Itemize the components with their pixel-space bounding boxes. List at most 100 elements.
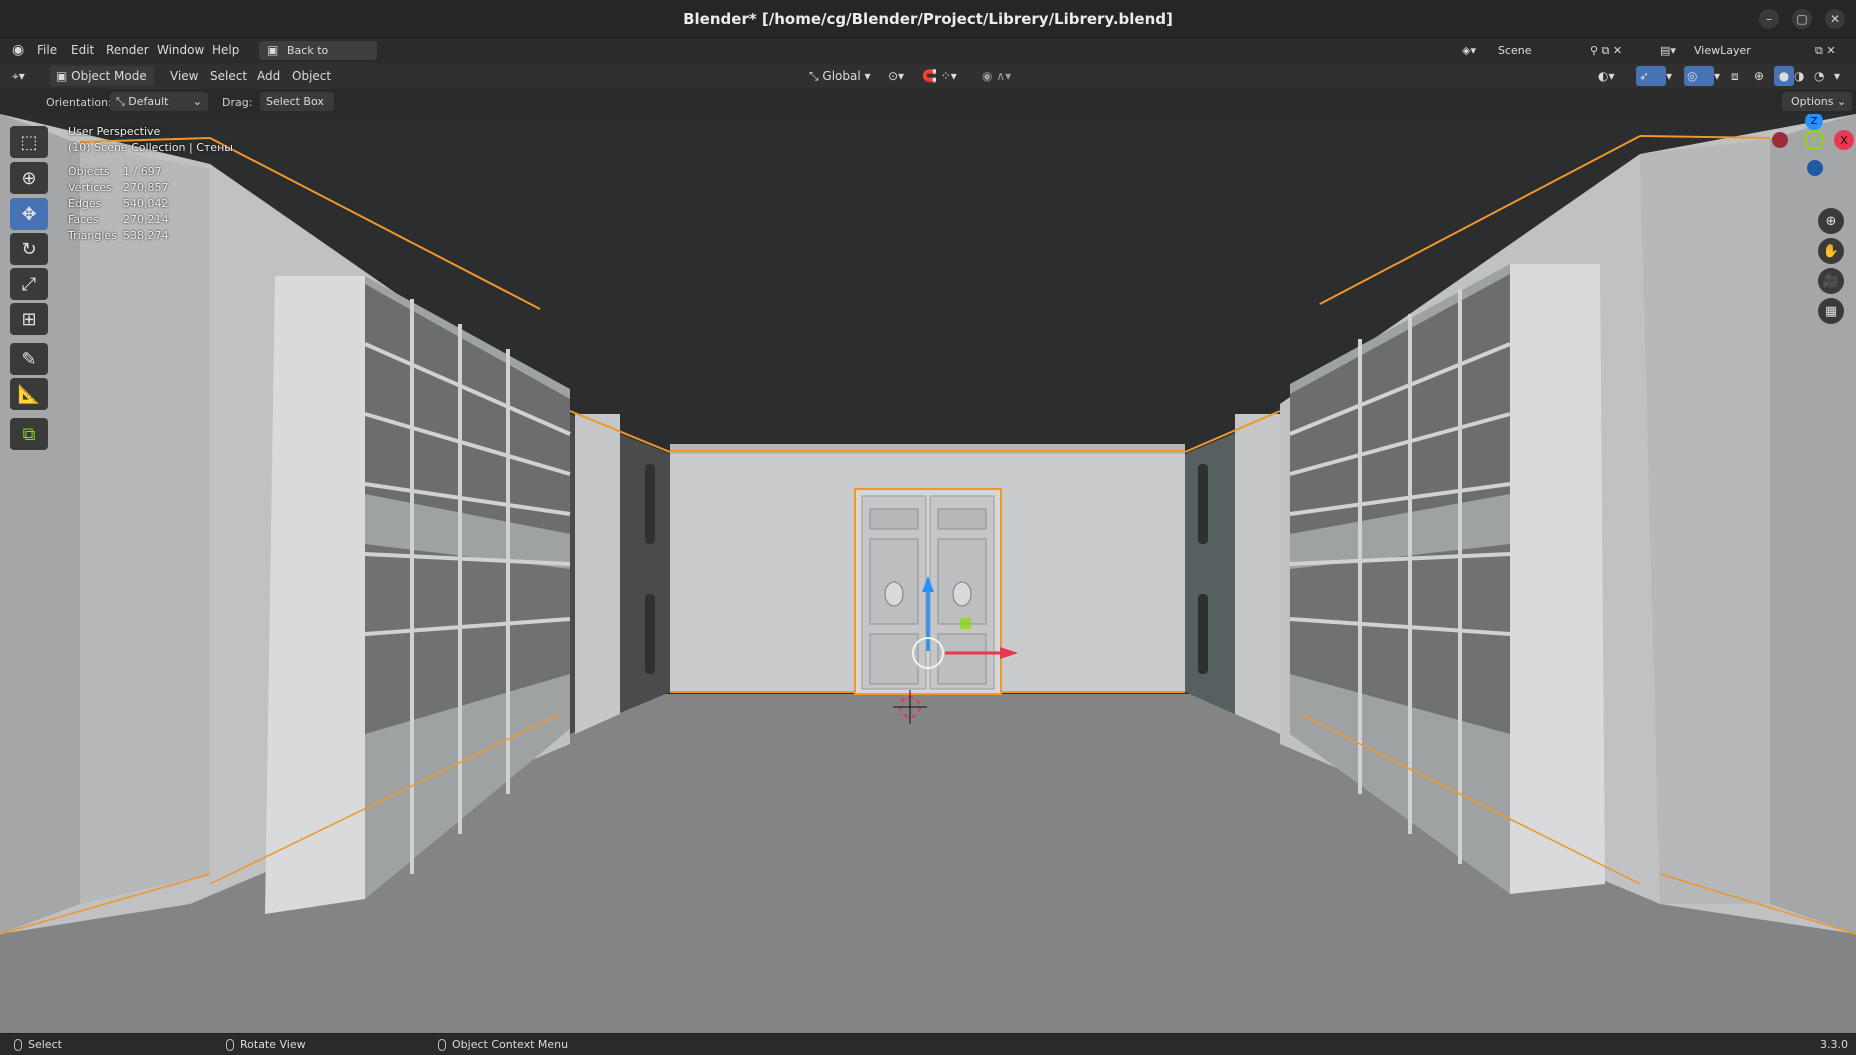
orientation-dropdown[interactable]: ⤡ Default ⌄ (110, 92, 208, 111)
transform-orientation-dropdown[interactable]: ⤡ Global ▾ (805, 66, 883, 86)
wireframe-shading-icon[interactable]: ⊕ (1754, 66, 1774, 86)
menu-bar: ◉ File Edit Render Window Help ▣ Back to… (0, 38, 1856, 76)
screen-icon: ▣ (267, 43, 279, 57)
scene-actions-icons[interactable]: ⚲ ⧉ ✕ (1590, 41, 1650, 60)
viewlayer-field[interactable]: ViewLayer (1690, 41, 1815, 60)
chevron-down-icon: ⌄ (192, 95, 202, 108)
left-bookcase (265, 276, 365, 914)
shading-options-icon[interactable]: ▾ (1834, 66, 1852, 86)
menu-select[interactable]: Select (210, 69, 247, 83)
scene-field[interactable]: Scene (1494, 41, 1594, 60)
overlay-dropdown-icon[interactable]: ▾ (1714, 66, 1728, 86)
stat-label: Faces (68, 213, 99, 226)
scene-browse-icon[interactable]: ◈▾ (1462, 41, 1492, 60)
close-icon[interactable]: ✕ (1825, 9, 1845, 29)
back-to-previous-button[interactable]: ▣ Back to Previous (259, 41, 377, 76)
gizmo-toggle-icon[interactable]: ➶ (1636, 66, 1666, 86)
solid-shading-icon[interactable]: ● (1774, 66, 1794, 86)
status-select-label: Select (28, 1038, 62, 1051)
menu-add[interactable]: Add (257, 69, 280, 83)
drag-label: Drag: (222, 96, 253, 109)
stat-label: Edges (68, 197, 102, 210)
orientation-value: Default (128, 95, 169, 108)
add-cube-icon[interactable]: ⧉ (10, 418, 48, 450)
gizmo-neg-x-axis[interactable] (1772, 132, 1788, 148)
version-label: 3.3.0 (1820, 1038, 1848, 1051)
menu-window[interactable]: Window (157, 43, 204, 57)
move-icon[interactable]: ✥ (10, 198, 48, 230)
menu-edit[interactable]: Edit (71, 43, 94, 57)
viewport-header: ⌖▾ ▣ Object Mode ▾ View Select Add Objec… (0, 63, 1856, 103)
orientation-label: Orientation: (46, 96, 112, 109)
camera-view-icon[interactable]: 🎥 (1818, 268, 1844, 294)
stat-value: 270,214 (123, 213, 169, 226)
menu-help[interactable]: Help (212, 43, 239, 57)
menu-file[interactable]: File (37, 43, 57, 57)
stat-value: 1 / 697 (123, 165, 162, 178)
options-label: Options (1791, 95, 1834, 108)
zoom-icon[interactable]: ⊕ (1818, 208, 1844, 234)
visibility-icon[interactable]: ◐▾ (1598, 66, 1628, 86)
stat-label: Vertices (68, 181, 112, 194)
gizmo-neg-z-axis[interactable] (1807, 160, 1823, 176)
orientation-axes-icon: ⤡ (809, 69, 823, 83)
stat-label: Triangles (68, 229, 117, 242)
overlay-toggle-icon[interactable]: ◎ (1684, 66, 1714, 86)
transform-icon[interactable]: ⊞ (10, 303, 48, 335)
editor-type-icon[interactable]: ⌖▾ (12, 66, 42, 86)
navigation-gizmo[interactable]: Z Y X (1762, 114, 1856, 204)
view-name: User Perspective (68, 125, 161, 138)
right-bookcase (1510, 264, 1605, 894)
ortho-toggle-icon[interactable]: ▦ (1818, 298, 1844, 324)
stat-label: Objects (68, 165, 110, 178)
collection-name: (10) Scene Collection | Стены (68, 141, 233, 154)
mode-label: Object Mode (71, 69, 147, 83)
status-select: Select (14, 1038, 62, 1051)
rendered-shading-icon[interactable]: ◔ (1814, 66, 1834, 86)
viewlayer-actions-icons[interactable]: ⧉ ✕ (1815, 41, 1853, 60)
tool-settings-bar: Orientation: ⤡ Default ⌄ Drag: Select Bo… (0, 89, 1856, 127)
window-title: Blender* [/home/cg/Blender/Project/Libre… (683, 10, 1173, 28)
status-context-label: Object Context Menu (452, 1038, 569, 1051)
pivot-point-icon[interactable]: ⊙▾ (888, 66, 918, 86)
mouse-left-icon (14, 1039, 22, 1051)
gizmo-dropdown-icon[interactable]: ▾ (1666, 66, 1680, 86)
measure-icon[interactable]: 📐 (10, 378, 48, 410)
blender-logo-icon[interactable]: ◉ (12, 42, 24, 58)
cursor-icon[interactable]: ⊕ (10, 162, 48, 194)
window-titlebar: Blender* [/home/cg/Blender/Project/Libre… (0, 0, 1856, 38)
orientation-icon: ⤡ (116, 95, 129, 108)
3d-viewport[interactable]: User Perspective (10) Scene Collection |… (0, 114, 1856, 1033)
mouse-right-icon (438, 1039, 446, 1051)
material-shading-icon[interactable]: ◑ (1794, 66, 1814, 86)
drag-value: Select Box (266, 95, 324, 108)
status-rotate-label: Rotate View (240, 1038, 306, 1051)
maximize-icon[interactable]: ▢ (1792, 9, 1812, 29)
viewlayer-browse-icon[interactable]: ▤▾ (1660, 41, 1688, 60)
gizmo-x-axis[interactable]: X (1834, 130, 1854, 150)
status-rotate: Rotate View (226, 1038, 306, 1051)
proportional-edit-icon[interactable]: ◉ ∧▾ (982, 66, 1028, 86)
annotate-icon[interactable]: ✎ (10, 343, 48, 375)
gizmo-plane-handle (960, 618, 971, 629)
xray-toggle-icon[interactable]: ⧈ (1731, 66, 1751, 86)
minimize-icon[interactable]: – (1759, 9, 1779, 29)
mode-dropdown[interactable]: ▣ Object Mode ▾ (50, 66, 154, 103)
drag-dropdown[interactable]: Select Box ⌄ (260, 92, 334, 127)
scale-icon[interactable]: ⤢ (10, 268, 48, 300)
gizmo-y-axis[interactable]: Y (1804, 130, 1824, 150)
options-dropdown[interactable]: Options ⌄ (1782, 92, 1852, 111)
stat-value: 538,274 (123, 229, 169, 242)
select-box-icon[interactable]: ⬚ (10, 126, 48, 158)
viewport-scene (0, 114, 1856, 1033)
object-mode-icon: ▣ (56, 69, 72, 83)
pan-hand-icon[interactable]: ✋ (1818, 238, 1844, 264)
transform-orientation-label: Global (822, 69, 861, 83)
rotate-icon[interactable]: ↻ (10, 233, 48, 265)
gizmo-z-axis[interactable]: Z (1805, 114, 1823, 130)
stat-value: 270,857 (123, 181, 169, 194)
menu-render[interactable]: Render (106, 43, 149, 57)
menu-view[interactable]: View (170, 69, 198, 83)
snap-toggle-icon[interactable]: 🧲 ⁘▾ (922, 66, 974, 86)
menu-object[interactable]: Object (292, 69, 331, 83)
